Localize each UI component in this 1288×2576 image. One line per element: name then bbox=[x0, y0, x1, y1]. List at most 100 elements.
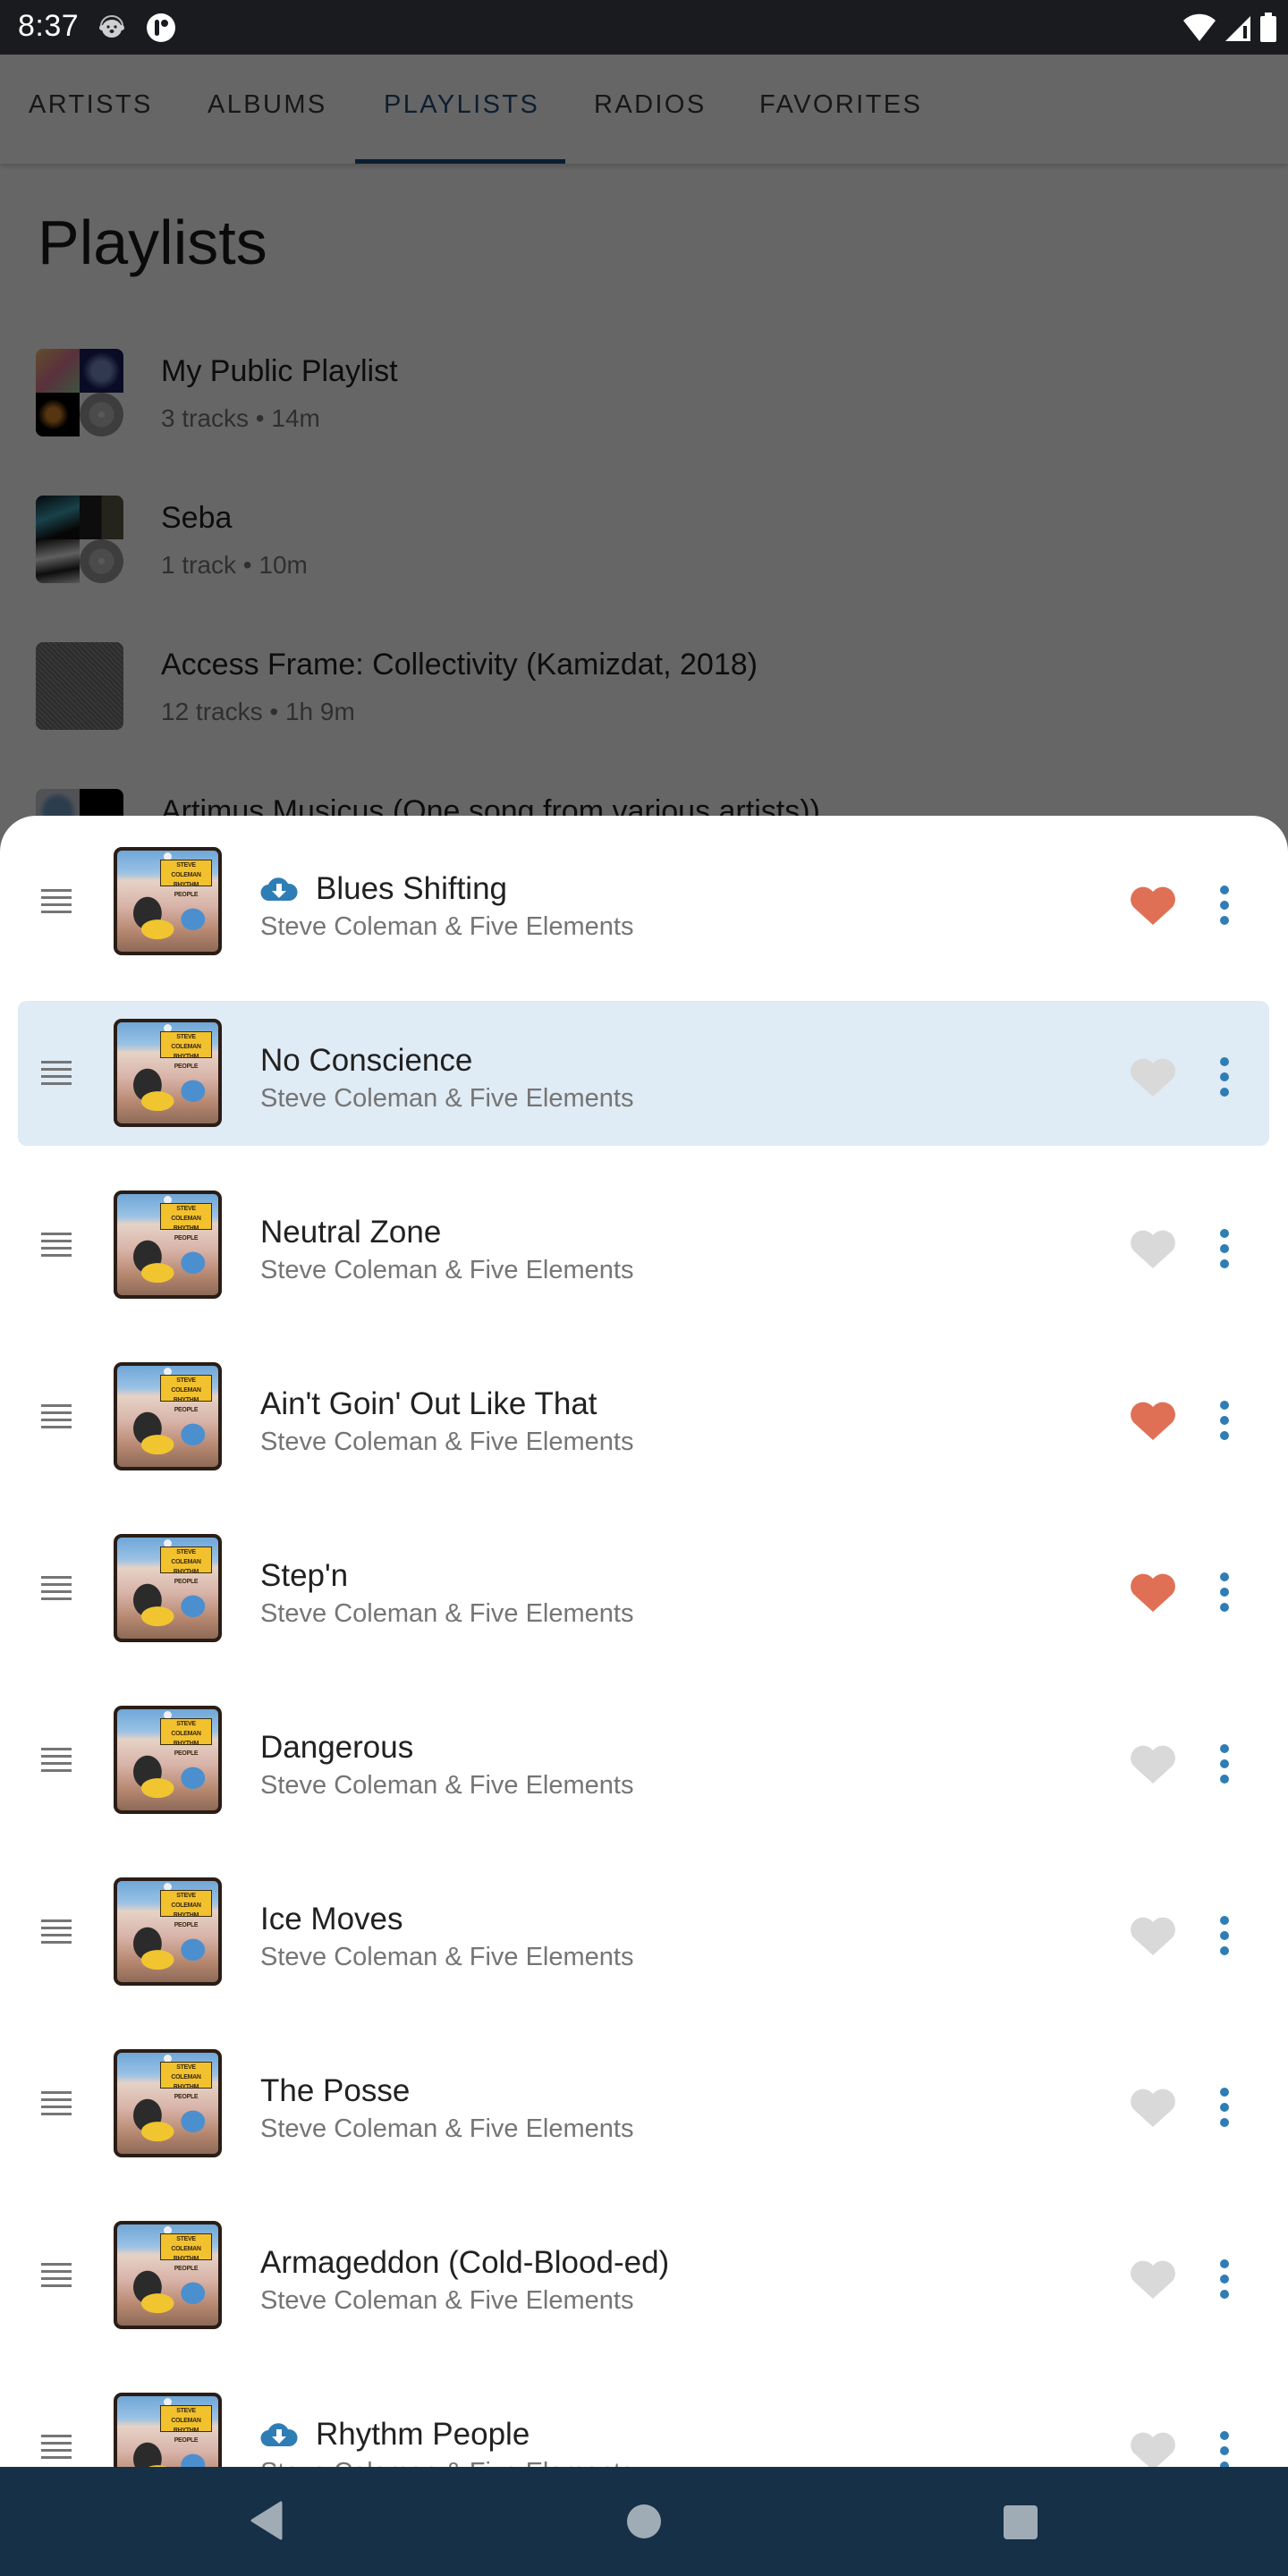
album-cover-line2: RHYTHM PEOPLE bbox=[173, 882, 199, 898]
back-icon[interactable] bbox=[249, 2501, 284, 2540]
album-cover-line1: STEVE COLEMAN bbox=[171, 1549, 201, 1565]
favorite-heart-icon[interactable] bbox=[1130, 2431, 1176, 2467]
album-cover: STEVE COLEMAN RHYTHM PEOPLE bbox=[114, 2049, 222, 2157]
track-artist: Steve Coleman & Five Elements bbox=[260, 1084, 634, 1113]
album-cover-line1: STEVE COLEMAN bbox=[171, 2064, 201, 2080]
drag-handle-icon[interactable] bbox=[41, 2263, 72, 2288]
track-row[interactable]: STEVE COLEMAN RHYTHM PEOPLE Rhythm People… bbox=[0, 2361, 1288, 2467]
track-row[interactable]: STEVE COLEMAN RHYTHM PEOPLE Blues Shiftin… bbox=[0, 816, 1288, 987]
track-artist: Steve Coleman & Five Elements bbox=[260, 1943, 634, 1971]
track-title: Rhythm People bbox=[316, 2417, 530, 2452]
playlist-tracks-sheet: STEVE COLEMAN RHYTHM PEOPLE Blues Shiftin… bbox=[0, 816, 1288, 2467]
favorite-heart-filled-icon[interactable] bbox=[1130, 886, 1176, 925]
drag-handle-icon[interactable] bbox=[41, 1748, 72, 1773]
drag-handle-icon[interactable] bbox=[41, 1576, 72, 1601]
more-options-icon[interactable] bbox=[1215, 1914, 1234, 1957]
album-cover-line2: RHYTHM PEOPLE bbox=[173, 1225, 199, 1241]
favorite-heart-icon[interactable] bbox=[1130, 1229, 1176, 1268]
album-cover-line2: RHYTHM PEOPLE bbox=[173, 2256, 199, 2272]
track-title: No Conscience bbox=[260, 1043, 473, 1078]
track-artist: Steve Coleman & Five Elements bbox=[260, 912, 634, 941]
album-cover-line1: STEVE COLEMAN bbox=[171, 2236, 201, 2252]
more-options-icon[interactable] bbox=[1215, 2258, 1234, 2301]
status-time: 8:37 bbox=[18, 9, 80, 43]
track-row[interactable]: STEVE COLEMAN RHYTHM PEOPLE Armageddon (C… bbox=[0, 2190, 1288, 2361]
navigation-bar bbox=[0, 2467, 1288, 2576]
downloaded-cloud-icon bbox=[260, 2423, 298, 2446]
track-row[interactable]: STEVE COLEMAN RHYTHM PEOPLE The Posse Ste… bbox=[0, 2018, 1288, 2190]
more-options-icon[interactable] bbox=[1215, 1227, 1234, 1270]
track-artist: Steve Coleman & Five Elements bbox=[260, 1256, 634, 1284]
wifi-icon bbox=[1183, 13, 1216, 42]
album-cover: STEVE COLEMAN RHYTHM PEOPLE bbox=[114, 1019, 222, 1127]
track-row[interactable]: STEVE COLEMAN RHYTHM PEOPLE Step'n Steve … bbox=[0, 1503, 1288, 1674]
favorite-heart-icon[interactable] bbox=[1130, 2088, 1176, 2127]
track-artist: Steve Coleman & Five Elements bbox=[260, 2114, 634, 2143]
otter-headphones-icon bbox=[99, 15, 124, 38]
favorite-heart-icon[interactable] bbox=[1130, 1744, 1176, 1784]
more-options-icon[interactable] bbox=[1215, 2429, 1234, 2467]
track-row[interactable]: STEVE COLEMAN RHYTHM PEOPLE Dangerous Ste… bbox=[0, 1674, 1288, 1846]
track-title: Step'n bbox=[260, 1558, 349, 1593]
album-cover-line1: STEVE COLEMAN bbox=[171, 862, 201, 878]
album-cover-line2: RHYTHM PEOPLE bbox=[173, 1912, 199, 1928]
drag-handle-icon[interactable] bbox=[41, 1061, 72, 1086]
album-cover-line2: RHYTHM PEOPLE bbox=[173, 1741, 199, 1757]
track-title: Armageddon (Cold-Blood-ed) bbox=[260, 2245, 670, 2280]
favorite-heart-filled-icon[interactable] bbox=[1130, 1572, 1176, 1612]
drag-handle-icon[interactable] bbox=[41, 889, 72, 914]
drag-handle-icon[interactable] bbox=[41, 1919, 72, 1945]
album-cover: STEVE COLEMAN RHYTHM PEOPLE bbox=[114, 1877, 222, 1986]
more-options-icon[interactable] bbox=[1215, 1399, 1234, 1442]
album-cover-line1: STEVE COLEMAN bbox=[171, 2408, 201, 2424]
downloaded-cloud-icon bbox=[260, 877, 298, 901]
favorite-heart-icon[interactable] bbox=[1130, 1916, 1176, 1955]
track-title: Ice Moves bbox=[260, 1902, 403, 1936]
track-title: Dangerous bbox=[260, 1730, 414, 1765]
track-artist: Steve Coleman & Five Elements bbox=[260, 1771, 634, 1800]
track-title: Neutral Zone bbox=[260, 1215, 442, 1250]
album-cover: STEVE COLEMAN RHYTHM PEOPLE bbox=[114, 1706, 222, 1814]
album-cover-line2: RHYTHM PEOPLE bbox=[173, 1569, 199, 1585]
album-cover: STEVE COLEMAN RHYTHM PEOPLE bbox=[114, 2221, 222, 2329]
battery-icon bbox=[1260, 13, 1276, 42]
home-icon[interactable] bbox=[627, 2504, 661, 2538]
album-cover-line1: STEVE COLEMAN bbox=[171, 1034, 201, 1050]
favorite-heart-icon[interactable] bbox=[1130, 2259, 1176, 2299]
more-options-icon[interactable] bbox=[1215, 1055, 1234, 1098]
track-artist: Steve Coleman & Five Elements bbox=[260, 1599, 634, 1628]
recents-icon[interactable] bbox=[1004, 2505, 1038, 2539]
drag-handle-icon[interactable] bbox=[41, 2435, 72, 2460]
album-cover-line1: STEVE COLEMAN bbox=[171, 1893, 201, 1909]
album-cover-line2: RHYTHM PEOPLE bbox=[173, 1054, 199, 1070]
album-cover-line1: STEVE COLEMAN bbox=[171, 1206, 201, 1222]
more-options-icon[interactable] bbox=[1215, 2086, 1234, 2129]
drag-handle-icon[interactable] bbox=[41, 1233, 72, 1258]
track-row[interactable]: STEVE COLEMAN RHYTHM PEOPLE No Conscience… bbox=[0, 987, 1288, 1159]
favorite-heart-icon[interactable] bbox=[1130, 1057, 1176, 1097]
album-cover-line2: RHYTHM PEOPLE bbox=[173, 2428, 199, 2444]
drag-handle-icon[interactable] bbox=[41, 1404, 72, 1429]
album-cover-line2: RHYTHM PEOPLE bbox=[173, 2084, 199, 2100]
cell-signal-icon bbox=[1225, 16, 1250, 41]
track-title: Blues Shifting bbox=[316, 871, 508, 906]
track-title: Ain't Goin' Out Like That bbox=[260, 1386, 597, 1421]
track-title: The Posse bbox=[260, 2073, 411, 2108]
track-artist: Steve Coleman & Five Elements bbox=[260, 2286, 634, 2315]
more-options-icon[interactable] bbox=[1215, 884, 1234, 927]
album-cover-line2: RHYTHM PEOPLE bbox=[173, 1397, 199, 1413]
track-row[interactable]: STEVE COLEMAN RHYTHM PEOPLE Neutral Zone … bbox=[0, 1159, 1288, 1331]
more-options-icon[interactable] bbox=[1215, 1571, 1234, 1614]
circle-app-icon bbox=[147, 13, 175, 42]
more-options-icon[interactable] bbox=[1215, 1742, 1234, 1785]
album-cover: STEVE COLEMAN RHYTHM PEOPLE bbox=[114, 2393, 222, 2467]
drag-handle-icon[interactable] bbox=[41, 2091, 72, 2116]
album-cover: STEVE COLEMAN RHYTHM PEOPLE bbox=[114, 1534, 222, 1642]
album-cover-line1: STEVE COLEMAN bbox=[171, 1377, 201, 1394]
album-cover: STEVE COLEMAN RHYTHM PEOPLE bbox=[114, 847, 222, 955]
favorite-heart-filled-icon[interactable] bbox=[1130, 1401, 1176, 1440]
track-artist: Steve Coleman & Five Elements bbox=[260, 1428, 634, 1456]
track-artist: Steve Coleman & Five Elements bbox=[260, 2458, 633, 2467]
track-row[interactable]: STEVE COLEMAN RHYTHM PEOPLE Ain't Goin' O… bbox=[0, 1331, 1288, 1503]
track-row[interactable]: STEVE COLEMAN RHYTHM PEOPLE Ice Moves Ste… bbox=[0, 1846, 1288, 2018]
